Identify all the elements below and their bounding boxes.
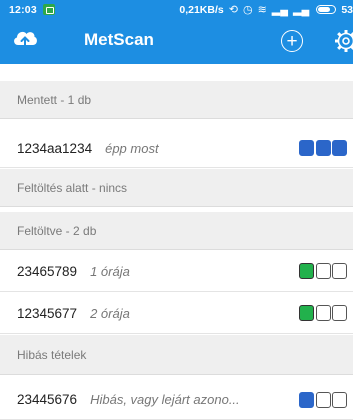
list-item[interactable]: 1234aa1234 épp most (0, 129, 353, 168)
data-saver-icon: ⟲ (228, 4, 238, 16)
item-code: 1234aa1234 (17, 140, 93, 156)
item-time: 2 órája (90, 305, 130, 321)
signal-icon-2: ▂▄ (293, 4, 310, 16)
app-title: MetScan (84, 30, 154, 49)
section-label: Feltöltés alatt - nincs (17, 180, 128, 195)
status-box (299, 140, 314, 156)
item-code: 12345677 (17, 305, 78, 321)
status-box (299, 263, 314, 279)
status-box (332, 305, 347, 321)
status-box (315, 140, 331, 156)
status-box (315, 305, 331, 321)
wifi-icon: ≋ (257, 4, 267, 16)
status-box (332, 392, 347, 408)
section-header-uploaded: Feltöltve - 2 db (0, 212, 353, 250)
list-item[interactable]: 12345677 2 órája (0, 293, 353, 334)
network-speed: 0,21KB/s (179, 3, 224, 16)
item-code: 23445676 (17, 392, 78, 407)
status-box (299, 392, 314, 408)
notification-icon (42, 4, 55, 15)
status-box (332, 140, 347, 156)
item-time: épp most (105, 140, 159, 156)
section-header-errors: Hibás tételek (0, 335, 353, 375)
status-time: 12:03 (9, 3, 37, 16)
status-box (315, 263, 331, 279)
section-label: Hibás tételek (17, 347, 87, 362)
status-box (332, 263, 347, 279)
add-symbol: + (286, 30, 298, 52)
item-time: Hibás, vagy lejárt azono... (90, 392, 240, 407)
app-bar: MetScan + (0, 19, 353, 64)
status-boxes (299, 305, 347, 321)
section-header-uploading: Feltöltés alatt - nincs (0, 169, 353, 207)
status-boxes (299, 392, 347, 408)
battery-level: 53 (341, 3, 353, 16)
status-boxes (299, 263, 347, 279)
section-label: Feltöltve - 2 db (17, 223, 97, 238)
status-box (315, 392, 331, 408)
status-icons: 0,21KB/s ⟲ ◷ ≋ ▂▄ ▂▄ 53 (179, 0, 353, 19)
item-time: 1 órája (90, 263, 130, 279)
list-item[interactable]: 23465789 1 órája (0, 251, 353, 292)
status-boxes (299, 140, 347, 156)
item-code: 23465789 (17, 263, 78, 279)
section-label: Mentett - 1 db (17, 92, 92, 107)
battery-icon (316, 5, 337, 14)
section-header-saved: Mentett - 1 db (0, 81, 353, 119)
status-bar: 12:03 0,21KB/s ⟲ ◷ ≋ ▂▄ ▂▄ 53 (0, 0, 353, 19)
gear-icon[interactable] (333, 28, 353, 54)
status-box (299, 305, 314, 321)
add-circle-icon[interactable]: + (281, 30, 303, 52)
list-item[interactable]: 23445676 Hibás, vagy lejárt azono... (0, 380, 353, 420)
cloud-upload-icon[interactable] (12, 27, 38, 49)
signal-icon: ▂▄ (271, 4, 289, 16)
alarm-icon: ◷ (242, 4, 253, 16)
